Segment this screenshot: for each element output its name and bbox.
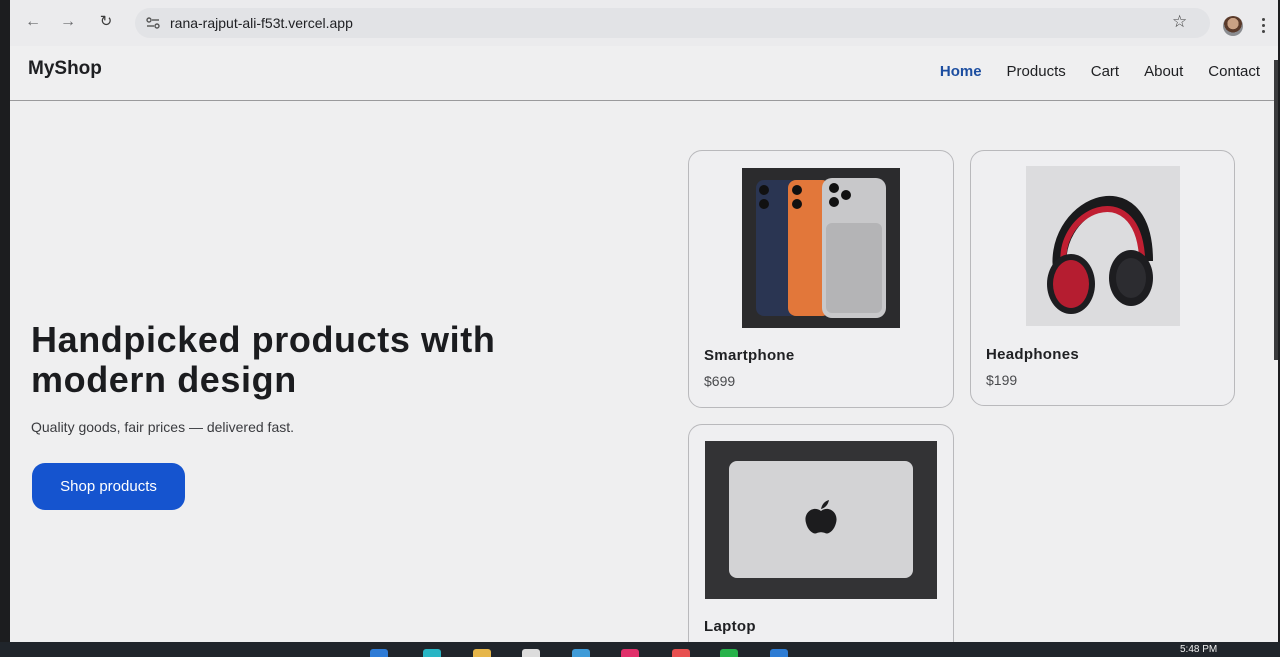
taskbar-app-icon[interactable] (572, 649, 590, 657)
taskbar-app-icon[interactable] (672, 649, 690, 657)
product-card[interactable]: Smartphone $699 (688, 150, 954, 408)
address-bar[interactable]: rana-rajput-ali-f53t.vercel.app (135, 8, 1210, 38)
bookmark-star-icon[interactable]: ☆ (1172, 12, 1187, 32)
product-name: Laptop (704, 618, 756, 635)
taskbar-app-icon[interactable] (423, 649, 441, 657)
reload-icon[interactable]: ↻ (95, 11, 117, 33)
taskbar: 5:48 PM (0, 642, 1280, 657)
taskbar-app-icon[interactable] (770, 649, 788, 657)
whatsapp-icon[interactable] (720, 649, 738, 657)
hero-title: Handpicked products with modern design (31, 319, 496, 400)
shop-products-button[interactable]: Shop products (32, 463, 185, 510)
taskbar-app-icon[interactable] (522, 649, 540, 657)
url-text[interactable]: rana-rajput-ali-f53t.vercel.app (170, 15, 353, 31)
nav-link-home[interactable]: Home (940, 63, 982, 80)
folder-icon[interactable] (473, 649, 491, 657)
taskbar-app-icon[interactable] (621, 649, 639, 657)
laptop-image (705, 441, 937, 599)
browser-menu-icon[interactable] (1262, 18, 1266, 34)
product-card[interactable]: Headphones $199 (970, 150, 1235, 406)
taskbar-clock[interactable]: 5:48 PM (1180, 644, 1217, 655)
headphones-image (1026, 166, 1180, 326)
browser-window: ← → ↻ rana-rajput-ali-f53t.vercel.app ☆ … (10, 0, 1278, 642)
product-name: Smartphone (704, 347, 795, 364)
product-price: $699 (704, 373, 736, 389)
hero-subtitle: Quality goods, fair prices — delivered f… (31, 419, 295, 435)
site-logo[interactable]: MyShop (28, 58, 102, 80)
nav-link-about[interactable]: About (1144, 63, 1183, 80)
nav-link-cart[interactable]: Cart (1091, 63, 1119, 80)
back-arrow-icon[interactable]: ← (22, 11, 44, 33)
page-scrollbar[interactable] (1274, 60, 1278, 360)
product-name: Headphones (986, 346, 1080, 363)
nav-link-products[interactable]: Products (1007, 63, 1066, 80)
product-price: $199 (986, 372, 1018, 388)
forward-arrow-icon[interactable]: → (57, 11, 79, 33)
smartphone-image (742, 168, 900, 328)
main-nav: Home Products Cart About Contact (940, 63, 1260, 80)
site-settings-icon[interactable] (145, 15, 161, 31)
site-header: MyShop Home Products Cart About Contact (10, 46, 1278, 101)
profile-avatar[interactable] (1223, 16, 1243, 36)
nav-link-contact[interactable]: Contact (1208, 63, 1260, 80)
taskbar-app-icon[interactable] (370, 649, 388, 657)
product-card[interactable]: Laptop (688, 424, 954, 642)
browser-toolbar: ← → ↻ rana-rajput-ali-f53t.vercel.app ☆ (10, 0, 1278, 46)
